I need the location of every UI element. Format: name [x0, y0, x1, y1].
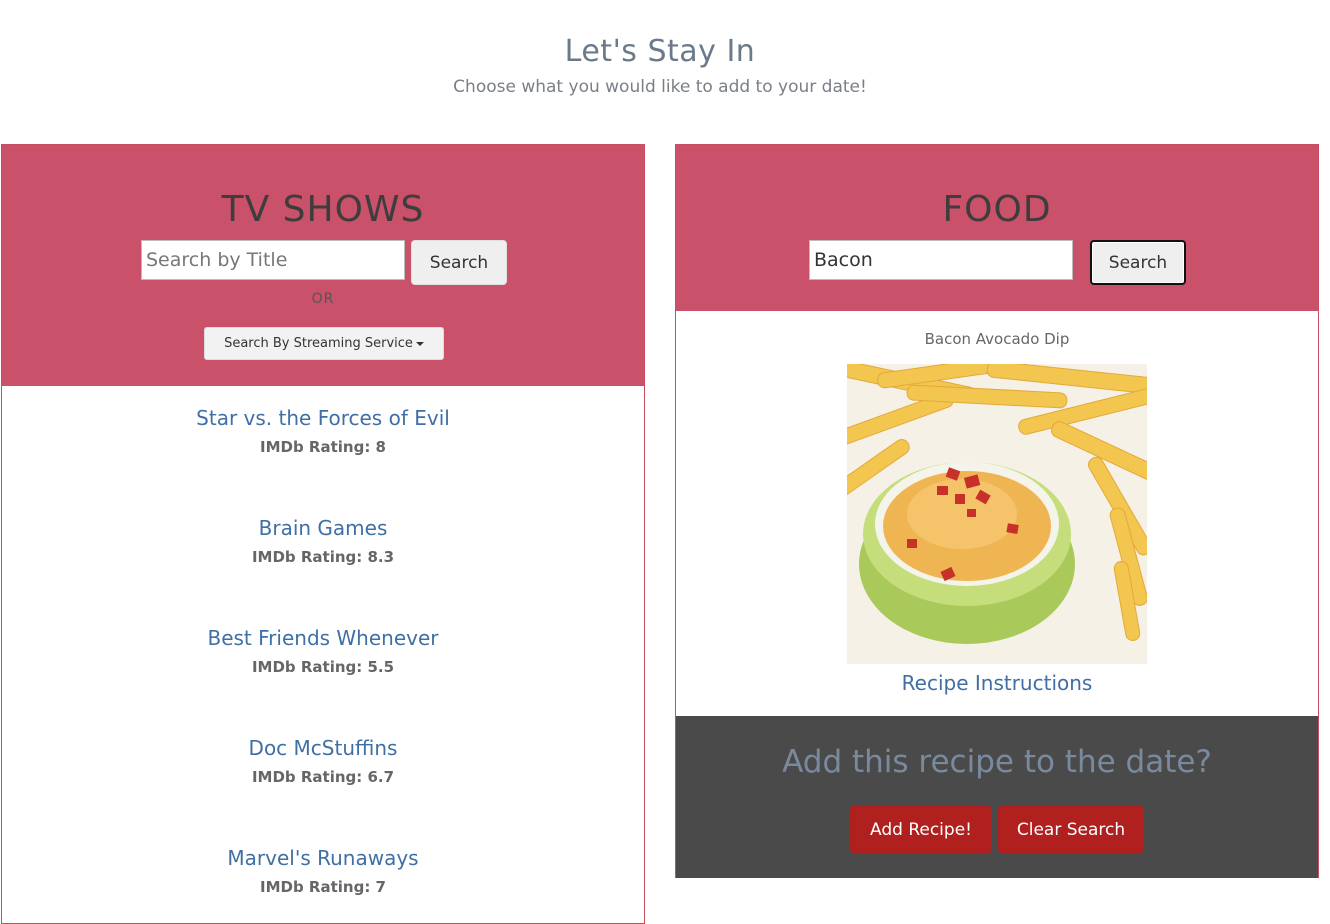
recipe-photo-illustration	[847, 364, 1147, 664]
food-search-input[interactable]	[809, 240, 1073, 280]
recipe-image	[847, 364, 1147, 664]
show-title-link[interactable]: Brain Games	[2, 516, 644, 540]
show-item: Best Friends Whenever IMDb Rating: 5.5	[2, 626, 644, 676]
food-panel: FOOD Search Bacon Avocado Dip	[675, 144, 1319, 878]
page-title: Let's Stay In	[564, 34, 756, 69]
show-item: Doc McStuffins IMDb Rating: 6.7	[2, 736, 644, 786]
show-item: Star vs. the Forces of Evil IMDb Rating:…	[2, 406, 644, 456]
show-rating: IMDb Rating: 7	[260, 878, 386, 896]
tv-shows-header: TV SHOWS Search OR Search By Streaming S…	[2, 145, 644, 386]
show-rating: IMDb Rating: 8.3	[251, 548, 395, 566]
show-title-link[interactable]: Star vs. the Forces of Evil	[2, 406, 644, 430]
show-rating: IMDb Rating: 6.7	[251, 768, 395, 786]
recipe-name: Bacon Avocado Dip	[924, 330, 1070, 348]
food-search-button[interactable]: Search	[1090, 240, 1186, 285]
show-item: Marvel's Runaways IMDb Rating: 7	[2, 846, 644, 896]
show-rating: IMDb Rating: 8	[260, 438, 386, 456]
add-recipe-button[interactable]: Add Recipe!	[850, 806, 992, 853]
streaming-service-dropdown[interactable]: Search By Streaming Service	[204, 327, 444, 360]
clear-search-button[interactable]: Clear Search	[998, 806, 1144, 853]
tv-search-input[interactable]	[141, 240, 405, 280]
add-recipe-question: Add this recipe to the date?	[782, 744, 1212, 780]
or-divider: OR	[311, 291, 335, 307]
page-subtitle: Choose what you would like to add to you…	[453, 77, 867, 97]
show-title-link[interactable]: Best Friends Whenever	[2, 626, 644, 650]
tv-shows-panel: TV SHOWS Search OR Search By Streaming S…	[1, 144, 645, 924]
show-title-link[interactable]: Marvel's Runaways	[2, 846, 644, 870]
add-recipe-section: Add this recipe to the date? Add Recipe!…	[676, 716, 1318, 878]
food-title: FOOD	[942, 189, 1052, 230]
tv-search-button[interactable]: Search	[411, 240, 507, 285]
recipe-instructions-link[interactable]: Recipe Instructions	[676, 671, 1318, 695]
show-title-link[interactable]: Doc McStuffins	[2, 736, 644, 760]
show-rating: IMDb Rating: 5.5	[251, 658, 395, 676]
food-header: FOOD Search	[676, 145, 1318, 311]
streaming-service-dropdown-label: Search By Streaming Service	[224, 336, 413, 351]
tv-shows-title: TV SHOWS	[221, 189, 425, 230]
caret-down-icon	[415, 341, 424, 346]
show-item: Brain Games IMDb Rating: 8.3	[2, 516, 644, 566]
